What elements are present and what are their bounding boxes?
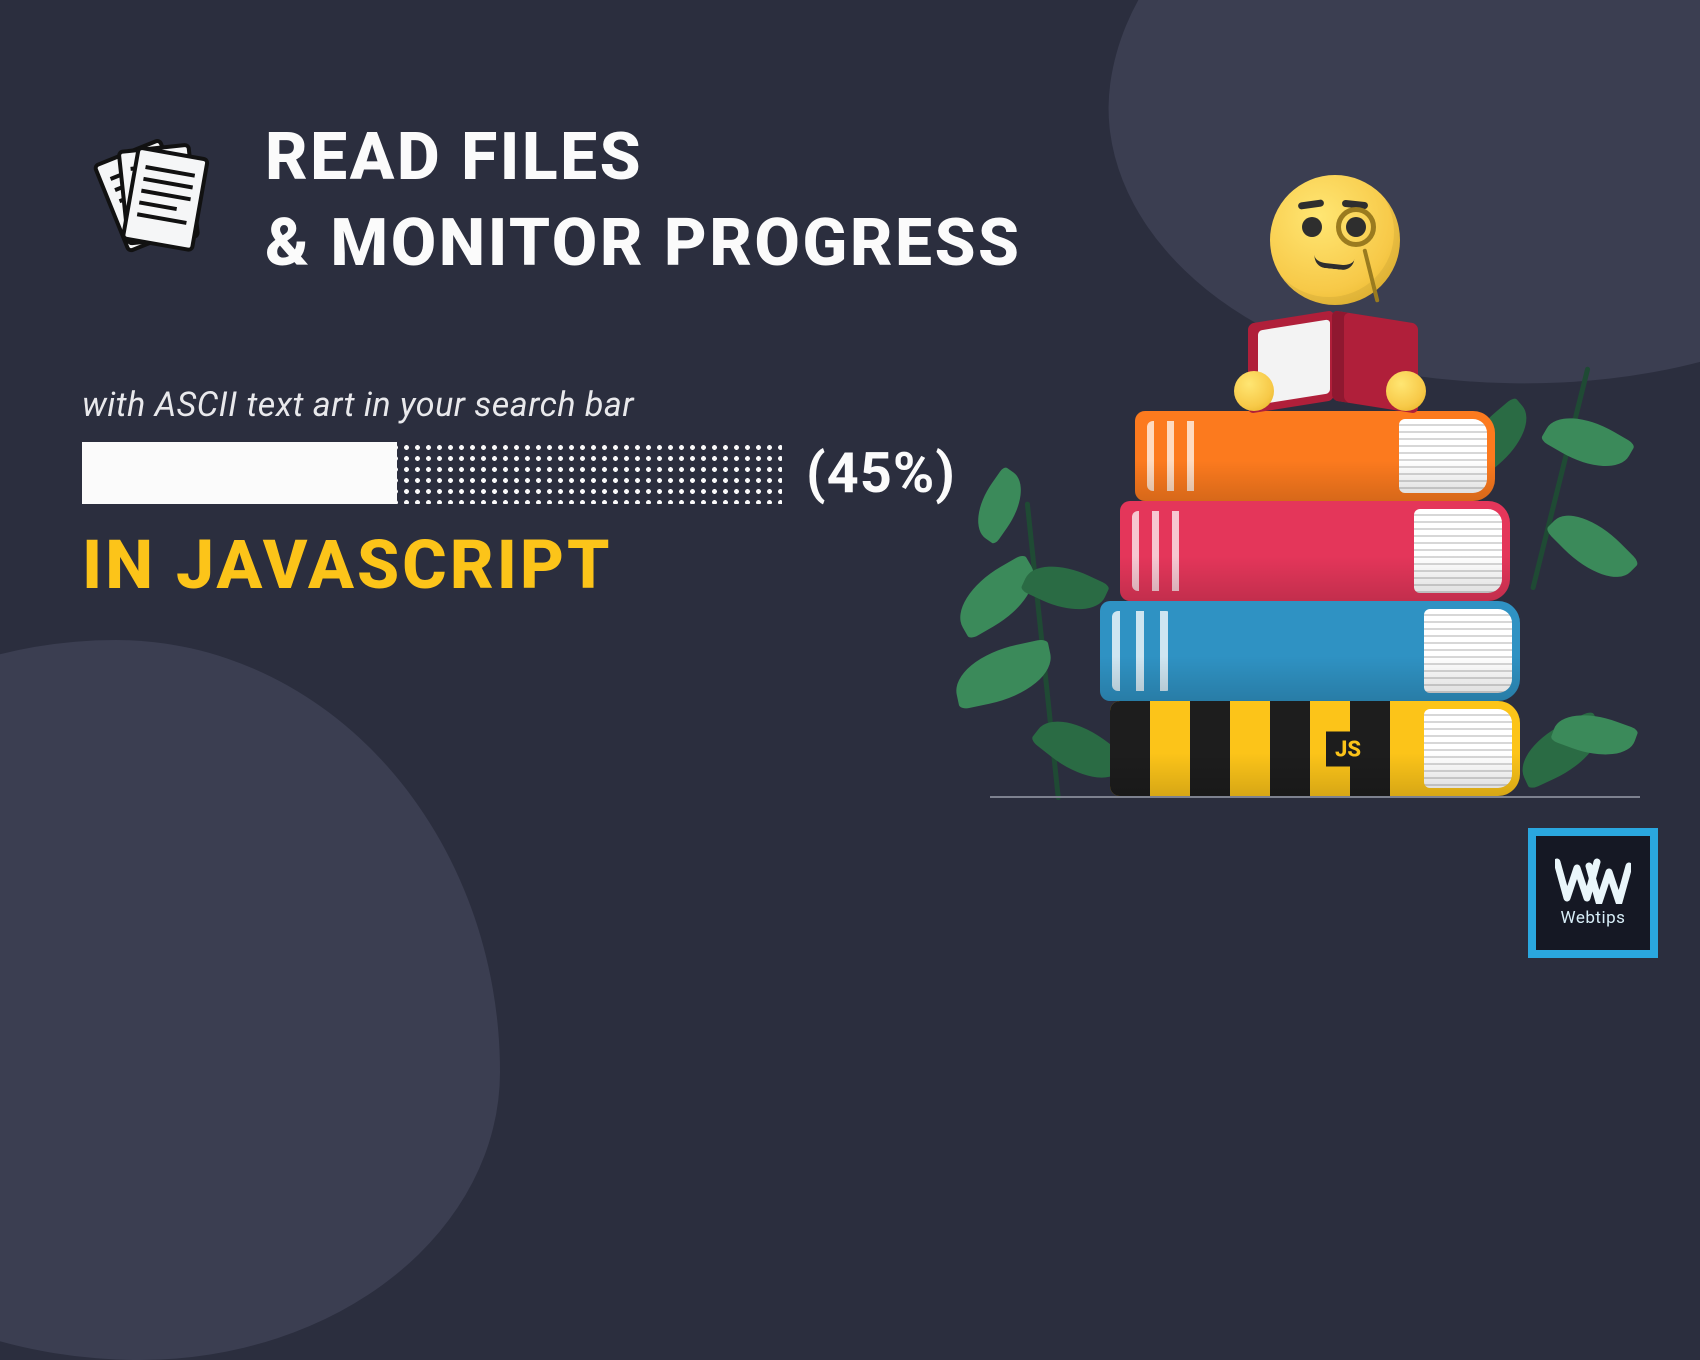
progress-bar-label: (45%) (806, 440, 956, 506)
book-blue (1100, 601, 1520, 701)
subtitle: with ASCII text art in your search bar (82, 385, 634, 425)
progress-bar-fill (82, 442, 397, 504)
page-title: READ FILES & MONITOR PROGRESS (265, 115, 1022, 287)
ground-line (990, 796, 1640, 798)
webtips-badge-label: Webtips (1561, 908, 1626, 928)
webtips-badge: Webtips (1528, 828, 1658, 958)
progress-bar-row: (45%) (82, 440, 956, 506)
heading-line-2: & MONITOR PROGRESS (265, 205, 1022, 282)
heading-line-1: READ FILES (265, 119, 643, 196)
book-red (1120, 501, 1510, 601)
plant-right-icon (1490, 340, 1660, 590)
progress-bar-track (82, 442, 782, 504)
language-line: IN JAVASCRIPT (82, 525, 613, 605)
decorative-blob-bottom-left (0, 640, 500, 1360)
js-badge: JS (1326, 731, 1370, 766)
files-icon (90, 130, 230, 270)
reading-emoji-icon (1230, 175, 1430, 425)
books-illustration: JS (1000, 220, 1630, 840)
plant-bottom-right-icon (1520, 630, 1640, 800)
book-javascript: JS (1110, 701, 1520, 796)
webtips-logo-icon (1555, 858, 1631, 904)
